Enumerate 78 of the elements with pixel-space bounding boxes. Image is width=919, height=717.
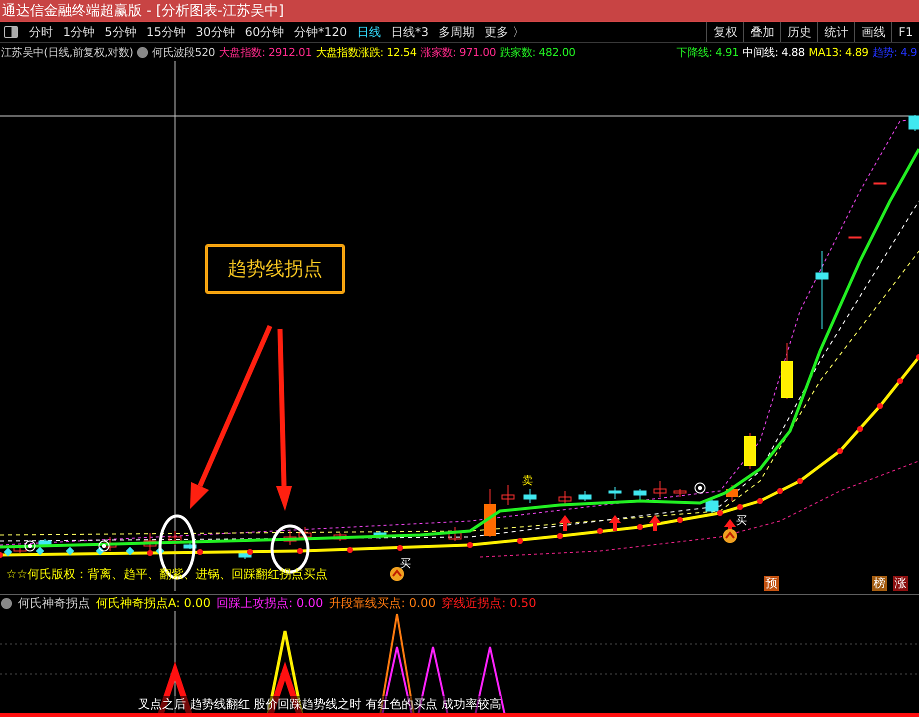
toolbar-button[interactable]: 叠加 xyxy=(743,22,780,42)
indicator-name: 何氏波段520 xyxy=(152,44,215,60)
candlestick xyxy=(578,490,592,502)
indicator-reading: 回踩上攻拐点: 0.00 xyxy=(216,594,324,612)
indicator-reading: 涨家数: 971.00 xyxy=(420,44,496,60)
tag-badge: 榜 xyxy=(872,576,887,591)
target-icon xyxy=(24,540,36,552)
candlestick xyxy=(634,488,646,502)
signal-label: 买 xyxy=(400,556,411,571)
candlestick xyxy=(184,540,196,550)
indicator-reading: 大盘指数: 2912.01 xyxy=(218,44,312,60)
indicator-reading: 中间线: 4.88 xyxy=(742,44,805,60)
chart-title: 江苏吴中(日线,前复权,对数) xyxy=(1,44,134,60)
tag-badge: 涨 xyxy=(893,576,908,591)
candlestick xyxy=(38,538,52,548)
candlestick xyxy=(874,182,886,184)
period-tab[interactable]: 15分钟 xyxy=(141,24,191,40)
candlestick xyxy=(781,342,793,400)
dropdown-icon[interactable] xyxy=(1,598,12,608)
indicator-reading: 趋势: 4.9 xyxy=(872,44,917,60)
period-tab[interactable]: 多周期 xyxy=(434,24,480,40)
candlestick xyxy=(484,488,496,538)
toolbar-button[interactable]: 画线 xyxy=(854,22,892,42)
panel-toggle-icon[interactable] xyxy=(4,26,18,38)
candlestick xyxy=(558,490,572,506)
signal-label: 卖 xyxy=(522,473,533,488)
period-tab[interactable]: 分钟*120 xyxy=(289,24,352,40)
indicator-name: 何氏神奇拐点 xyxy=(18,594,90,612)
callout-label: 趋势线拐点 xyxy=(205,244,345,294)
explanation-note: 叉点之后 趋势线翻红 股价回踩趋势线之时 有红色的买点 成功率较高 xyxy=(138,696,502,713)
indicator-reading: 大盘指数涨跌: 12.54 xyxy=(316,44,417,60)
indicator-reading: 何氏神奇拐点A: 0.00 xyxy=(96,594,211,612)
period-tab[interactable]: 5分钟 xyxy=(100,24,142,40)
chevron-up-icon xyxy=(723,529,737,543)
candlestick xyxy=(284,530,296,546)
candlestick xyxy=(654,480,666,498)
candlestick xyxy=(726,484,738,502)
period-tab[interactable]: 30分钟 xyxy=(190,24,240,40)
period-tab[interactable]: 更多 〉 xyxy=(480,24,530,40)
window-title: 通达信金融终端超赢版 - [分析图表-江苏吴中] xyxy=(0,0,919,22)
period-tab[interactable]: 日线*3 xyxy=(386,24,434,40)
indicator-reading: 穿线近拐点: 0.50 xyxy=(442,594,536,612)
candlestick xyxy=(334,532,346,542)
candlestick xyxy=(448,526,462,542)
candlestick xyxy=(524,488,536,504)
period-tab[interactable]: 60分钟 xyxy=(240,24,290,40)
period-tab[interactable]: 1分钟 xyxy=(58,24,100,40)
indicator-reading: 下降线: 4.91 xyxy=(676,44,739,60)
toolbar-button[interactable]: 统计 xyxy=(817,22,854,42)
tag-badge: 预 xyxy=(764,576,779,591)
up-arrow-marker xyxy=(609,515,621,531)
candlestick xyxy=(168,530,182,546)
candlestick xyxy=(848,236,862,238)
candlestick xyxy=(298,526,312,540)
candlestick xyxy=(374,530,386,540)
candlestick xyxy=(674,488,686,498)
indicator-reading: MA13: 4.89 xyxy=(808,46,868,58)
up-arrow-marker xyxy=(559,515,571,531)
toolbar-button[interactable]: 复权 xyxy=(706,22,744,42)
candlestick xyxy=(502,484,514,506)
candlestick xyxy=(744,432,756,470)
signal-label: 买 xyxy=(736,513,747,528)
up-arrow-marker xyxy=(649,515,661,531)
target-icon xyxy=(694,482,706,494)
candlestick xyxy=(608,486,622,500)
candlestick xyxy=(144,532,156,552)
indicator-reading: 跌家数: 482.00 xyxy=(500,44,576,60)
toolbar-button[interactable]: F1 xyxy=(891,22,919,42)
dropdown-icon[interactable] xyxy=(137,46,148,58)
candlestick xyxy=(908,114,919,132)
highlight-ellipse xyxy=(158,514,196,580)
candlestick xyxy=(706,496,718,514)
period-tab[interactable]: 日线 xyxy=(352,24,386,40)
period-tab[interactable]: 分时 xyxy=(24,24,58,40)
target-icon xyxy=(98,540,110,552)
indicator-reading: 升段靠线买点: 0.00 xyxy=(329,594,436,612)
chevron-up-icon xyxy=(390,567,404,581)
toolbar-button[interactable]: 历史 xyxy=(780,22,818,42)
